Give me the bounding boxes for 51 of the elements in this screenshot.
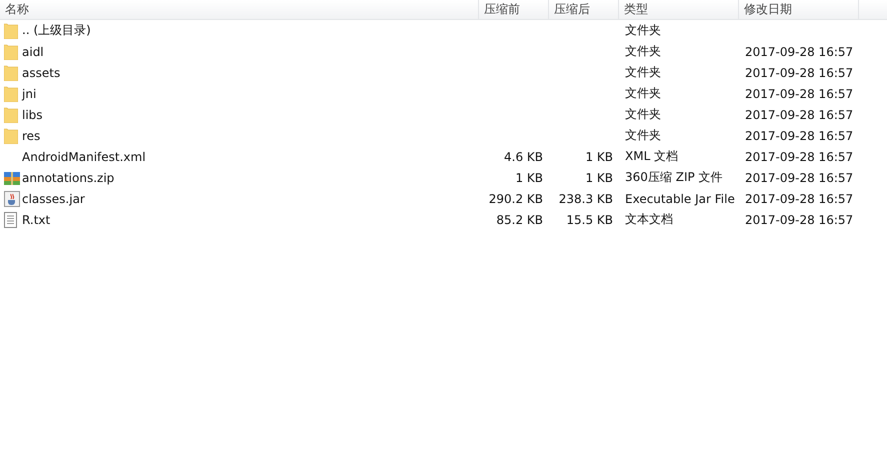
file-name[interactable]: AndroidManifest.xml	[22, 150, 146, 164]
table-cell: 360压缩 ZIP 文件	[625, 169, 723, 186]
file-name[interactable]: R.txt	[22, 212, 50, 226]
table-cell: 文件夹	[625, 106, 661, 123]
file-name[interactable]: .. (上级目录)	[22, 22, 91, 39]
table-cell: 290.2 KB	[488, 192, 543, 206]
table-cell: XML 文档	[625, 148, 678, 165]
column-header[interactable]: 压缩前	[479, 0, 549, 19]
text-file-icon	[4, 212, 17, 228]
table-cell: 15.5 KB	[566, 212, 613, 226]
column-header[interactable]: 类型	[619, 0, 739, 19]
table-cell: 2017-09-28 16:57	[745, 66, 854, 80]
table-cell: 2017-09-28 16:57	[745, 86, 854, 100]
column-header[interactable]: 压缩后	[549, 0, 619, 19]
table-cell: 4.6 KB	[504, 150, 543, 164]
table-cell: 文件夹	[625, 64, 661, 81]
table-cell: 2017-09-28 16:57	[745, 108, 854, 122]
table-cell: 文本文档	[625, 211, 673, 228]
table-cell: 85.2 KB	[496, 212, 543, 226]
file-name[interactable]: jni	[22, 86, 36, 100]
coffee-cup-icon	[4, 190, 20, 206]
table-cell: 2017-09-28 16:57	[745, 150, 854, 164]
folder-icon	[4, 44, 18, 60]
column-header[interactable]: 修改日期	[739, 0, 859, 19]
file-name[interactable]: res	[22, 128, 40, 142]
file-name[interactable]: assets	[22, 66, 60, 80]
table-cell: 文件夹	[625, 127, 661, 144]
folder-icon	[4, 128, 18, 144]
table-cell: 2017-09-28 16:57	[745, 44, 854, 58]
table-cell: 1 KB	[585, 170, 613, 184]
table-cell: 2017-09-28 16:57	[745, 170, 854, 184]
folder-icon	[4, 22, 18, 38]
table-cell: 文件夹	[625, 22, 661, 39]
file-name[interactable]: libs	[22, 108, 43, 122]
table-cell: 文件夹	[625, 85, 661, 102]
folder-icon	[4, 106, 18, 122]
archive-icon	[4, 170, 20, 186]
table-cell: 238.3 KB	[558, 192, 613, 206]
table-cell: 2017-09-28 16:57	[745, 192, 854, 206]
table-cell: Executable Jar File	[625, 192, 735, 206]
table-cell: 2017-09-28 16:57	[745, 212, 854, 226]
folder-icon	[4, 86, 18, 102]
file-name[interactable]: annotations.zip	[22, 170, 114, 184]
table-cell: 1 KB	[515, 170, 543, 184]
table-cell: 1 KB	[585, 150, 613, 164]
folder-icon	[4, 64, 18, 80]
file-name[interactable]: classes.jar	[22, 192, 85, 206]
table-cell: 文件夹	[625, 43, 661, 60]
table-cell: 2017-09-28 16:57	[745, 128, 854, 142]
column-header[interactable]: 名称	[0, 0, 479, 19]
file-name[interactable]: aidl	[22, 44, 44, 58]
